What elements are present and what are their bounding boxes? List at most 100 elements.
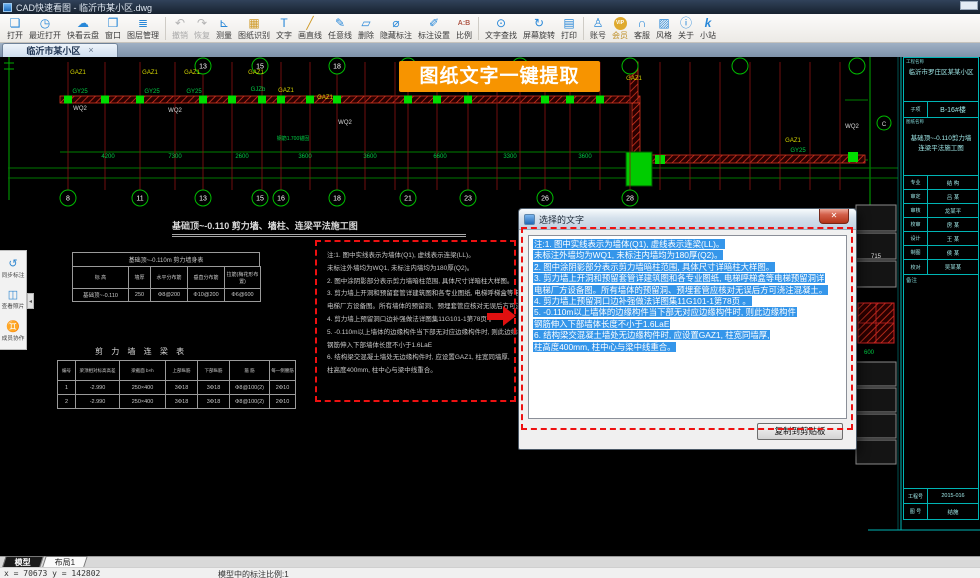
toolbar-hide-annotation-label: 隐藏标注	[380, 30, 412, 41]
toolbar-service-button[interactable]: ∩客服	[631, 15, 653, 42]
window-controls[interactable]	[960, 1, 978, 10]
erase-icon: ▱	[361, 17, 370, 30]
dialog-titlebar[interactable]: 选择的文字	[519, 209, 856, 230]
toolbar-vip-button[interactable]: VIP会员	[609, 15, 631, 42]
toolbar-style-button[interactable]: ▨风格	[653, 15, 675, 42]
toolbar-open-label: 打开	[7, 30, 23, 41]
svg-text:18: 18	[333, 64, 341, 71]
svg-text:GAZ1: GAZ1	[785, 138, 801, 144]
svg-text:715: 715	[871, 254, 882, 260]
table-cell: 基础顶~-0.110	[73, 289, 129, 302]
toolbar-separator	[478, 17, 479, 40]
toolbar-measure-button[interactable]: ⊾测量	[213, 15, 235, 42]
titleblock-rows: 专业结 构审定吕 某审核龙某平校审房 某设计王 某制图侯 某校对吴某某	[904, 176, 978, 275]
toolbar-recent-open-label: 最近打开	[29, 30, 61, 41]
table-cell: 250×400	[120, 381, 166, 395]
table-cell: -2.990	[76, 381, 120, 395]
statusbar: x = 70673 y = 142802 模型中的标注比例:1	[0, 567, 980, 578]
toolbar-free-line-button[interactable]: ✎任意线	[325, 15, 355, 42]
dialog-text-line: 4. 剪力墙上预留洞口边补强做法详图集11G101-1第78页 。	[533, 296, 842, 307]
svg-text:28: 28	[626, 196, 634, 203]
toolbar-separator	[165, 17, 166, 40]
tab-model[interactable]: 模型	[2, 556, 44, 567]
table-cell: Φ10@200	[188, 289, 225, 302]
sheet-titleblock: 工程名称 临沂市罗庄区某某小区 子项 B-16#楼 图纸名称 基础顶~-0.11…	[903, 57, 979, 520]
toolbar-account-button[interactable]: ♙账号	[587, 15, 609, 42]
dialog-text-line: 2. 图中涂阴影部分表示剪力墙暗柱范围, 具体尺寸详暗柱大样图。	[533, 262, 842, 273]
dialog-text-line: 5. -0.110m以上墙体的边缘构件当下部无对应边缘构件时, 则此边缘构件	[533, 307, 842, 318]
toolbar-about-button[interactable]: ⓘ关于	[675, 15, 697, 42]
side-panel-view-photos-button[interactable]: ◫查看照片	[1, 289, 25, 310]
copy-to-clipboard-button[interactable]: 复制到剪贴板	[757, 423, 843, 440]
toolbar-undo-label: 撤销	[172, 30, 188, 41]
dialog-text-area[interactable]: 注:1. 图中实线表示为墙体(Q1), 虚线表示连梁(LL)。未标注外墙均为WQ…	[528, 235, 847, 419]
toolbar-hide-annotation-button[interactable]: ⌀隐藏标注	[377, 15, 415, 42]
table-cell: Φ8@100(2)	[230, 395, 270, 409]
drawing-note-line: 6. 结构梁交混凝土墙处无边缘构件时, 应设置GAZ1, 柱宽同墙厚,	[327, 352, 527, 365]
dialog-close-button[interactable]: ✕	[819, 209, 849, 224]
table-row: 2-2.990250×4003Φ183Φ18Φ8@100(2)2Φ10	[58, 395, 296, 409]
toolbar-ksite-button[interactable]: k小站	[697, 15, 719, 42]
scale-icon: A:B	[458, 17, 470, 30]
tab-layout1[interactable]: 布局1	[42, 556, 88, 567]
undo-icon: ↶	[175, 17, 185, 30]
titleblock-project-label: 工程名称	[906, 59, 924, 65]
svg-text:16: 16	[277, 196, 285, 203]
toolbar-screen-rotate-button[interactable]: ↻屏幕旋转	[520, 15, 558, 42]
table-header-row: 编号梁顶相对标高高差梁截面 b×h上部纵筋下部纵筋箍 筋每一侧腰筋	[58, 361, 296, 381]
toolbar-layer-manager-label: 图层管理	[127, 30, 159, 41]
cloud-drive-icon: ☁	[77, 17, 89, 30]
toolbar-measure-label: 测量	[216, 30, 232, 41]
dialog-text-line: 注:1. 图中实线表示为墙体(Q1), 虚线表示连梁(LL)。	[533, 239, 842, 250]
table-header-row: 标 高墙厚水平分布筋垂直分布筋拉筋(梅花形布置)	[73, 267, 261, 289]
toolbar: ❏打开◷最近打开☁快看云盘❒窗口≣图层管理↶撤销↷恢复⊾测量▦图纸识别T文字╱画…	[0, 14, 980, 43]
titleblock-subitem-label: 子项	[904, 102, 928, 117]
table-header-cell: 水平分布筋	[151, 267, 188, 289]
toolbar-open-button[interactable]: ❏打开	[4, 15, 26, 42]
titleblock-row: 校审房 某	[904, 218, 978, 232]
document-tab[interactable]: 临沂市某小区 ×	[2, 43, 118, 57]
toolbar-print-button[interactable]: ▤打印	[558, 15, 580, 42]
table-header-cell: 编号	[58, 361, 76, 381]
toolbar-text-button[interactable]: T文字	[273, 15, 295, 42]
table-header-cell: 墙厚	[129, 267, 151, 289]
svg-text:GJZb: GJZb	[251, 87, 266, 93]
view-photos-label: 查看照片	[2, 302, 25, 311]
ksite-icon: k	[705, 17, 712, 30]
titleblock-row: 制图侯 某	[904, 246, 978, 260]
toolbar-redo-button[interactable]: ↷恢复	[191, 15, 213, 42]
svg-text:13: 13	[199, 64, 207, 71]
toolbar-draw-line-button[interactable]: ╱画直线	[295, 15, 325, 42]
toolbar-drawing-recognition-button[interactable]: ▦图纸识别	[235, 15, 273, 42]
toolbar-annotation-settings-button[interactable]: ✐标注设置	[415, 15, 453, 42]
svg-text:7300: 7300	[168, 154, 182, 160]
toolbar-screen-rotate-label: 屏幕旋转	[523, 30, 555, 41]
drawing-recognition-icon: ▦	[248, 17, 259, 30]
toolbar-cloud-drive-button[interactable]: ☁快看云盘	[64, 15, 102, 42]
titleblock-sheet-name-line2: 连梁平法施工图	[904, 144, 978, 154]
table-row: 基础顶~-0.110250Φ8@200Φ10@200Φ6@600	[73, 289, 261, 302]
document-tab-close-icon[interactable]: ×	[88, 46, 93, 55]
document-tab-label: 临沂市某小区	[26, 44, 80, 57]
toolbar-redo-label: 恢复	[194, 30, 210, 41]
window-titlebar[interactable]: CAD快速看图 - 临沂市某小区.dwg	[0, 0, 980, 14]
toolbar-scale-button[interactable]: A:B比例	[453, 15, 475, 42]
toolbar-undo-button[interactable]: ↶撤销	[169, 15, 191, 42]
dialog-title: 选择的文字	[539, 213, 584, 226]
toolbar-layer-manager-button[interactable]: ≣图层管理	[124, 15, 162, 42]
toolbar-text-search-button[interactable]: ⊙文字查找	[482, 15, 520, 42]
svg-text:26: 26	[541, 196, 549, 203]
toolbar-scale-label: 比例	[456, 30, 472, 41]
side-panel-collapse-arrow[interactable]: ◂	[27, 293, 34, 309]
side-panel-member-collaboration-button[interactable]: ♊成员协作	[1, 321, 25, 342]
member-collaboration-label: 成员协作	[2, 333, 25, 342]
toolbar-text-label: 文字	[276, 30, 292, 41]
layer-manager-icon: ≣	[138, 17, 148, 30]
side-panel-sync-annotations-button[interactable]: ↺同步标注	[1, 258, 25, 279]
toolbar-vip-label: 会员	[612, 30, 628, 41]
selected-text-dialog: 选择的文字 ✕ 注:1. 图中实线表示为墙体(Q1), 虚线表示连梁(LL)。未…	[518, 208, 857, 450]
toolbar-window-button[interactable]: ❒窗口	[102, 15, 124, 42]
toolbar-erase-button[interactable]: ▱删除	[355, 15, 377, 42]
toolbar-recent-open-button[interactable]: ◷最近打开	[26, 15, 64, 42]
svg-text:6600: 6600	[433, 154, 447, 160]
